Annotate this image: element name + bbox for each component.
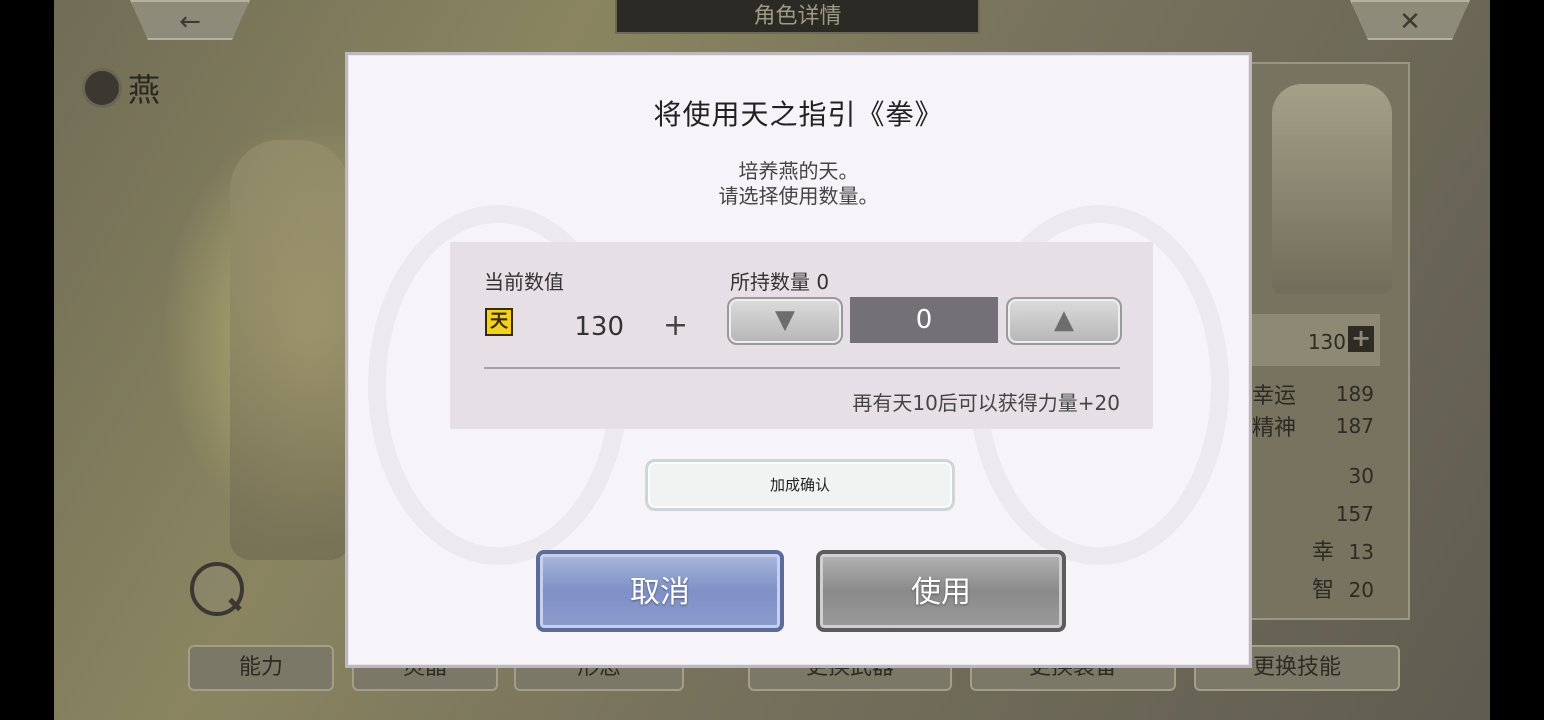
owned-count-label: 所持数量 0	[730, 270, 830, 294]
increase-quantity-button[interactable]: ▲	[1006, 297, 1122, 345]
dialog-title: 将使用天之指引《拳》	[653, 98, 944, 131]
decrease-quantity-button[interactable]: ▼	[727, 297, 843, 345]
bonus-hint-text: 再有天10后可以获得力量+20	[852, 391, 1120, 415]
zoom-search-icon[interactable]	[190, 562, 244, 616]
right-letterbox	[1490, 0, 1544, 720]
tian-stat-icon: 天	[485, 308, 513, 336]
stat-row4-value: 20	[1348, 578, 1374, 602]
fist-class-icon	[82, 68, 122, 108]
tab-ability[interactable]: 能力	[188, 645, 334, 691]
spirit-value: 187	[1335, 414, 1374, 438]
luck-label: 幸运	[1252, 384, 1297, 409]
quantity-input[interactable]	[850, 297, 998, 343]
stat-row4-label: 智	[1312, 578, 1335, 603]
spirit-label: 精神	[1252, 416, 1297, 441]
plus-sign: +	[663, 308, 689, 343]
quantity-panel: 当前数值 所持数量 0 天 130 + ▼ ▲ 再有天10后可以获得力量+20	[450, 242, 1153, 429]
dialog-subtitle-line2: 请选择使用数量。	[718, 184, 879, 208]
cancel-label: 取消	[630, 575, 690, 610]
character-stats-panel: 130 + 幸运 189 精神 187 30 157 幸 13 智 20	[1250, 62, 1410, 620]
character-name-text: 燕	[128, 71, 161, 109]
confirm-bonus-label: 加成确认	[769, 476, 830, 494]
plus-icon[interactable]: +	[1348, 326, 1374, 352]
use-label: 使用	[911, 575, 971, 610]
character-chibi-portrait	[1272, 84, 1392, 294]
character-art	[230, 140, 350, 560]
current-value: 130	[574, 312, 624, 342]
triangle-down-icon: ▼	[775, 305, 795, 335]
stat-row1-value: 30	[1348, 464, 1374, 488]
back-arrow-icon: ←	[179, 7, 201, 37]
tab-ability-label: 能力	[238, 655, 283, 680]
close-button[interactable]: ✕	[1350, 0, 1470, 40]
cancel-button[interactable]: 取消	[536, 550, 784, 632]
confirm-bonus-button[interactable]: 加成确认	[645, 459, 955, 511]
stat-row3-value: 13	[1348, 540, 1374, 564]
left-letterbox	[0, 0, 54, 720]
current-value-label: 当前数值	[484, 270, 564, 294]
close-icon: ✕	[1399, 7, 1421, 37]
change-skill-label: 更换技能	[1252, 655, 1341, 680]
tian-stat-value: 130	[1307, 330, 1346, 354]
panel-divider	[484, 367, 1120, 369]
stat-row3-label: 幸	[1312, 540, 1335, 565]
use-item-dialog: 将使用天之指引《拳》 培养燕的天。 请选择使用数量。 当前数值 所持数量 0 天…	[345, 52, 1252, 668]
screen-title: 角色详情	[615, 0, 980, 34]
use-button[interactable]: 使用	[816, 550, 1066, 632]
character-name: 燕	[82, 66, 160, 110]
back-button[interactable]: ←	[130, 0, 250, 40]
luck-value: 189	[1335, 382, 1374, 406]
stat-row2-value: 157	[1335, 502, 1374, 526]
triangle-up-icon: ▲	[1054, 305, 1074, 335]
